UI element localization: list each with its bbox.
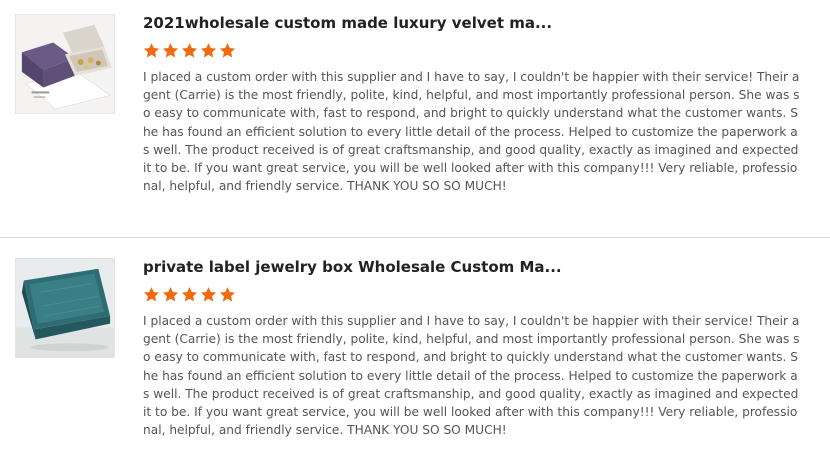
velvet-jewelry-box-photo-icon — [16, 15, 114, 113]
review-text: I placed a custom order with this suppli… — [143, 70, 800, 194]
star-icon — [200, 287, 217, 302]
review-item: private label jewelry box Wholesale Cust… — [0, 238, 830, 456]
star-icon — [219, 287, 236, 302]
teal-jewelry-box-photo-icon — [16, 259, 114, 357]
star-icon — [181, 43, 198, 58]
product-image[interactable] — [15, 258, 115, 358]
review-item: 2021wholesale custom made luxury velvet … — [0, 0, 830, 238]
star-icon — [162, 287, 179, 302]
star-icon — [162, 43, 179, 58]
star-icon — [143, 43, 160, 58]
star-icon — [181, 287, 198, 302]
star-icon — [143, 287, 160, 302]
star-rating — [143, 286, 803, 306]
product-image[interactable] — [15, 14, 115, 114]
product-title[interactable]: private label jewelry box Wholesale Cust… — [143, 256, 803, 278]
review-text: I placed a custom order with this suppli… — [143, 314, 800, 438]
star-icon — [200, 43, 217, 58]
star-icon — [219, 43, 236, 58]
product-title[interactable]: 2021wholesale custom made luxury velvet … — [143, 12, 803, 34]
star-rating — [143, 42, 803, 62]
